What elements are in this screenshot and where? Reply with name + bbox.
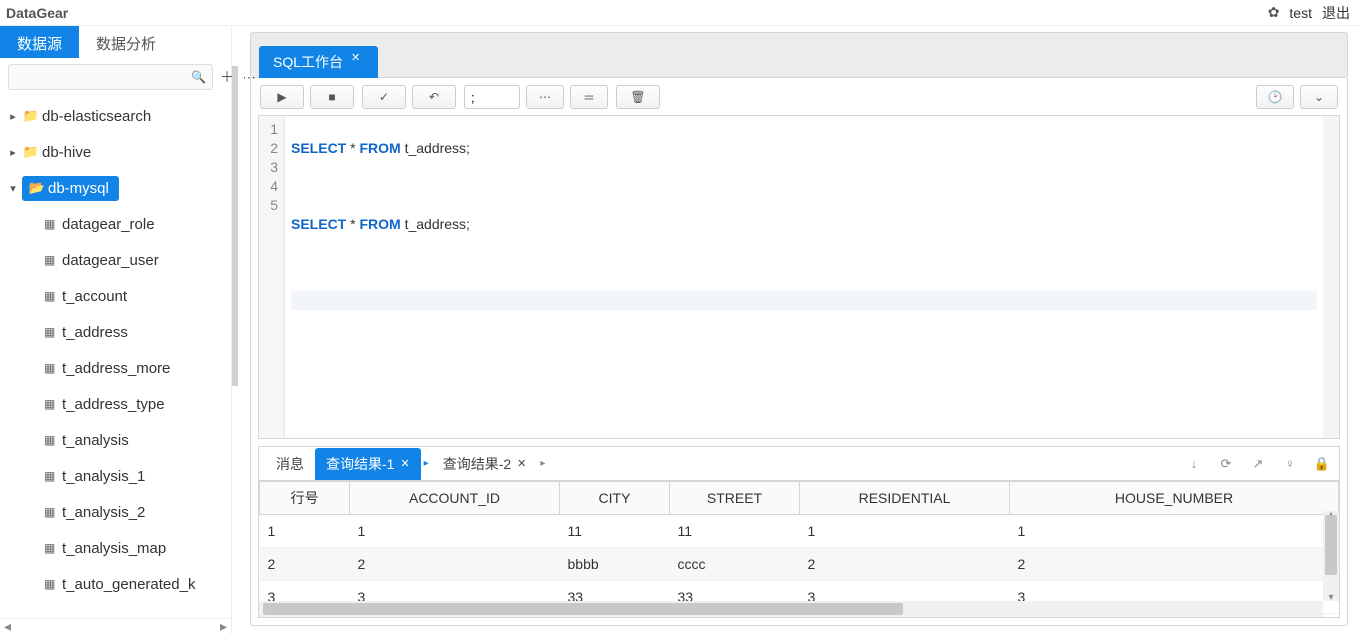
search-input[interactable] (15, 70, 191, 85)
result-2-caret[interactable]: ▸ (537, 452, 548, 475)
tree-node-db-mysql[interactable]: ▾ 📂 db-mysql (4, 170, 231, 206)
left-horizontal-scrollbar[interactable]: ◂ ▸ (0, 618, 231, 634)
tab-label: SQL工作台 (273, 52, 343, 72)
lock-icon[interactable]: 🔒 (1311, 456, 1333, 472)
column-header[interactable]: CITY (560, 482, 670, 515)
tree-node-db-elasticsearch[interactable]: ▸ 📁 db-elasticsearch (4, 98, 231, 134)
tab-messages[interactable]: 消息 (265, 448, 315, 480)
table-icon: ▦ (44, 397, 60, 411)
column-header[interactable]: HOUSE_NUMBER (1010, 482, 1339, 515)
table-icon: ▦ (44, 253, 60, 267)
editor-gutter: 1 2 3 4 5 (259, 116, 285, 438)
datasource-tree: ▸ 📁 db-elasticsearch ▸ 📁 db-hive ▾ 📂 db-… (0, 94, 231, 618)
table-icon: ▦ (44, 505, 60, 519)
tree-table-datagear_user[interactable]: ▦datagear_user (44, 242, 231, 278)
rollback-button[interactable]: ↶ (412, 85, 456, 109)
editor-vertical-scrollbar[interactable] (1323, 116, 1339, 438)
table-icon: ▦ (44, 433, 60, 447)
tree-table-datagear_role[interactable]: ▦datagear_role (44, 206, 231, 242)
tree-node-db-hive[interactable]: ▸ 📁 db-hive (4, 134, 231, 170)
editor-code[interactable]: SELECT * FROM t_address; SELECT * FROM t… (285, 116, 1323, 438)
scroll-down-icon[interactable]: ▾ (1323, 592, 1339, 603)
tab-result-2[interactable]: 查询结果-2 ✕ (432, 448, 538, 480)
right-panel: SQL工作台 ✕ ▶ ■ ✓ ↶ ⋯ ＝ 🗑 (244, 26, 1360, 634)
scroll-right-icon[interactable]: ▸ (220, 618, 227, 635)
search-icon[interactable]: 🔍 (191, 70, 206, 84)
top-bar: DataGear ✿ test 退出 (0, 0, 1360, 26)
format-button[interactable]: ⋯ (526, 85, 564, 109)
clear-button[interactable]: 🗑 (616, 85, 660, 109)
column-header[interactable]: ACCOUNT_ID (350, 482, 560, 515)
left-tabs: 数据源 数据分析 (0, 26, 231, 58)
results-grid[interactable]: 行号ACCOUNT_IDCITYSTREETRESIDENTIALHOUSE_N… (259, 481, 1339, 614)
tab-datasource[interactable]: 数据源 (0, 26, 79, 58)
table-icon: ▦ (44, 217, 60, 231)
caret-down-icon: ▾ (4, 182, 22, 195)
wrap-button[interactable]: ＝ (570, 85, 608, 109)
column-header[interactable]: 行号 (260, 482, 350, 515)
folder-open-icon: 📂 (28, 180, 46, 196)
result-1-caret[interactable]: ▸ (421, 452, 432, 475)
table-icon: ▦ (44, 361, 60, 375)
caret-right-icon: ▸ (4, 146, 22, 159)
close-icon[interactable]: ✕ (517, 457, 526, 470)
grid-horizontal-scrollbar[interactable] (259, 601, 1323, 617)
brand-label: DataGear (6, 5, 68, 21)
table-row[interactable]: 22bbbbcccc22 (260, 548, 1339, 581)
user-label[interactable]: test (1289, 5, 1312, 21)
results-panel: 消息 查询结果-1 ✕ ▸ 查询结果-2 ✕ ▸ ↓ ⟳ ↗ (258, 446, 1340, 618)
tab-analysis[interactable]: 数据分析 (79, 26, 173, 58)
tree-table-t_analysis_1[interactable]: ▦t_analysis_1 (44, 458, 231, 494)
tree-table-t_analysis_2[interactable]: ▦t_analysis_2 (44, 494, 231, 530)
tree-table-t_analysis_map[interactable]: ▦t_analysis_map (44, 530, 231, 566)
history-button[interactable]: 🕑 (1256, 85, 1294, 109)
dropdown-button[interactable]: ⌄ (1300, 85, 1338, 109)
expand-icon[interactable]: ↗ (1247, 456, 1269, 472)
tree-table-t_address_more[interactable]: ▦t_address_more (44, 350, 231, 386)
export-down-icon[interactable]: ↓ (1183, 456, 1205, 472)
table-icon: ▦ (44, 577, 60, 591)
table-icon: ▦ (44, 325, 60, 339)
table-icon: ▦ (44, 289, 60, 303)
search-input-wrap[interactable]: 🔍 (8, 64, 213, 90)
tree-table-t_auto_generated_k[interactable]: ▦t_auto_generated_k (44, 566, 231, 602)
scroll-left-icon[interactable]: ◂ (4, 618, 11, 635)
refresh-icon[interactable]: ⟳ (1215, 456, 1237, 472)
grid-vertical-scrollbar[interactable]: ▴ ▾ (1323, 511, 1339, 601)
commit-button[interactable]: ✓ (362, 85, 406, 109)
hint-icon[interactable]: ♀ (1279, 456, 1301, 472)
sql-toolbar: ▶ ■ ✓ ↶ ⋯ ＝ 🗑 🕑 ⌄ (258, 85, 1340, 115)
folder-icon: 📁 (22, 144, 40, 160)
column-header[interactable]: RESIDENTIAL (800, 482, 1010, 515)
caret-right-icon: ▸ (4, 110, 22, 123)
table-row[interactable]: 11111111 (260, 515, 1339, 548)
vertical-splitter[interactable] (232, 26, 244, 634)
tree-table-t_address[interactable]: ▦t_address (44, 314, 231, 350)
workbench-tabstrip: SQL工作台 ✕ (250, 32, 1348, 78)
tab-result-1[interactable]: 查询结果-1 ✕ (315, 448, 421, 480)
tab-sql-workbench[interactable]: SQL工作台 ✕ (259, 46, 378, 78)
table-icon: ▦ (44, 469, 60, 483)
close-icon[interactable]: ✕ (400, 457, 409, 470)
tree-table-t_account[interactable]: ▦t_account (44, 278, 231, 314)
settings-gear-icon[interactable]: ✿ (1268, 4, 1280, 21)
column-header[interactable]: STREET (670, 482, 800, 515)
tree-table-t_address_type[interactable]: ▦t_address_type (44, 386, 231, 422)
stop-button[interactable]: ■ (310, 85, 354, 109)
close-tab-icon[interactable]: ✕ (351, 51, 360, 64)
left-panel: 数据源 数据分析 🔍 ＋ ⋯ ▸ 📁 db-elasticsearch ▸ 📁 … (0, 26, 232, 634)
tree-table-t_analysis[interactable]: ▦t_analysis (44, 422, 231, 458)
logout-link[interactable]: 退出 (1322, 3, 1350, 23)
table-icon: ▦ (44, 541, 60, 555)
delimiter-input[interactable] (464, 85, 520, 109)
folder-icon: 📁 (22, 108, 40, 124)
run-button[interactable]: ▶ (260, 85, 304, 109)
sql-editor[interactable]: 1 2 3 4 5 SELECT * FROM t_address; SELEC… (258, 115, 1340, 439)
